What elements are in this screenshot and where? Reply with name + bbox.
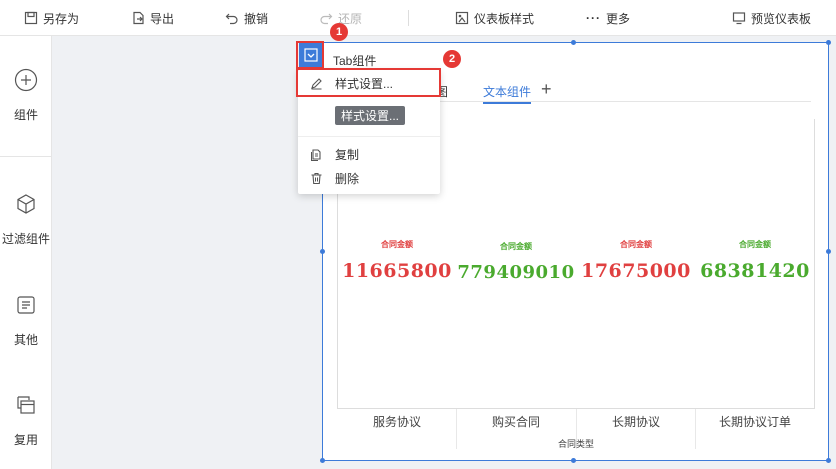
cube-icon — [14, 192, 38, 216]
undo-icon — [225, 13, 238, 25]
x-axis-title: 合同类型 — [557, 439, 594, 449]
style-settings-tooltip: 样式设置... — [335, 106, 406, 125]
sidebar-item-label: 其他 — [13, 333, 38, 347]
kpi-caption: 合同金额 — [620, 240, 652, 249]
kpi-value: 11665800 — [342, 260, 452, 282]
menu-divider — [298, 136, 440, 137]
sidebar-item-other[interactable]: 其他 — [0, 293, 52, 348]
toolbar-divider — [408, 10, 409, 26]
kpi-value: 779409010 — [457, 262, 575, 283]
kpi-cell: 合同金额 17675000 — [576, 239, 696, 282]
plus-circle-icon — [14, 68, 38, 92]
kpi-value: 17675000 — [581, 260, 691, 282]
save-as-label: 另存为 — [43, 11, 80, 26]
left-sidebar: 组件 过滤组件 其他 复用 — [0, 36, 52, 469]
category-label: 长期协议 — [611, 415, 660, 429]
resize-handle[interactable] — [826, 249, 831, 254]
category-label: 购买合同 — [491, 415, 540, 429]
palette-icon — [455, 11, 469, 25]
undo-button[interactable]: 撤销 — [225, 0, 268, 36]
resize-handle[interactable] — [320, 249, 325, 254]
add-tab-button[interactable]: + — [541, 79, 552, 100]
menu-item-copy[interactable]: 复制 — [298, 142, 440, 166]
document-icon — [14, 293, 38, 317]
category-label: 长期协议订单 — [718, 415, 791, 429]
kpi-caption: 合同金额 — [739, 240, 771, 249]
export-icon — [133, 11, 144, 25]
redo-icon — [320, 13, 333, 25]
copy-stack-icon — [14, 393, 38, 417]
kpi-cell: 合同金额 11665800 — [337, 239, 457, 282]
more-dots-icon: ··· — [586, 11, 601, 25]
resize-handle[interactable] — [320, 458, 325, 463]
preview-dashboard-label: 预览仪表板 — [751, 11, 812, 26]
kpi-cell: 合同金额 68381420 — [695, 239, 815, 282]
export-label: 导出 — [150, 11, 175, 26]
step-badge-2: 2 — [443, 50, 461, 68]
highlight-box-style-settings — [296, 68, 441, 97]
sidebar-item-label: 组件 — [13, 108, 38, 122]
sidebar-item-filter-components[interactable]: 过滤组件 — [0, 192, 52, 247]
kpi-caption: 合同金额 — [381, 240, 413, 249]
copy-icon — [311, 148, 321, 161]
menu-item-delete[interactable]: 删除 — [298, 166, 440, 190]
export-button[interactable]: 导出 — [131, 0, 174, 36]
menu-item-label: 删除 — [335, 171, 360, 186]
resize-handle[interactable] — [571, 40, 576, 45]
kpi-value: 68381420 — [700, 260, 810, 282]
sidebar-item-components[interactable]: 组件 — [0, 68, 52, 123]
save-icon — [24, 11, 38, 25]
sidebar-item-label: 过滤组件 — [1, 232, 50, 246]
category-label: 服务协议 — [372, 415, 421, 429]
dashboard-style-label: 仪表板样式 — [474, 11, 535, 26]
sidebar-divider — [0, 156, 52, 157]
kpi-caption: 合同金额 — [500, 242, 532, 251]
highlight-box-menu-toggle — [296, 41, 324, 69]
dashboard-style-button[interactable]: 仪表板样式 — [455, 0, 534, 36]
kpi-cell: 合同金额 779409010 — [456, 241, 576, 283]
widget-title: Tab组件 — [333, 54, 377, 68]
resize-handle[interactable] — [826, 458, 831, 463]
more-button[interactable]: ··· 更多 — [586, 0, 630, 36]
menu-item-label: 复制 — [335, 147, 360, 162]
resize-handle[interactable] — [826, 40, 831, 45]
step-badge-1: 1 — [330, 23, 348, 41]
sidebar-item-label: 复用 — [13, 433, 38, 447]
resize-handle[interactable] — [571, 458, 576, 463]
save-as-button[interactable]: 另存为 — [24, 0, 79, 36]
trash-icon — [311, 172, 322, 184]
more-label: 更多 — [606, 11, 631, 26]
undo-label: 撤销 — [244, 11, 269, 26]
sidebar-item-reuse[interactable]: 复用 — [0, 393, 52, 448]
monitor-icon — [732, 12, 746, 25]
toolbar: 另存为 导出 撤销 还原 仪表板样式 ··· 更多 预览仪表板 — [0, 0, 836, 36]
preview-dashboard-button[interactable]: 预览仪表板 — [732, 0, 811, 36]
